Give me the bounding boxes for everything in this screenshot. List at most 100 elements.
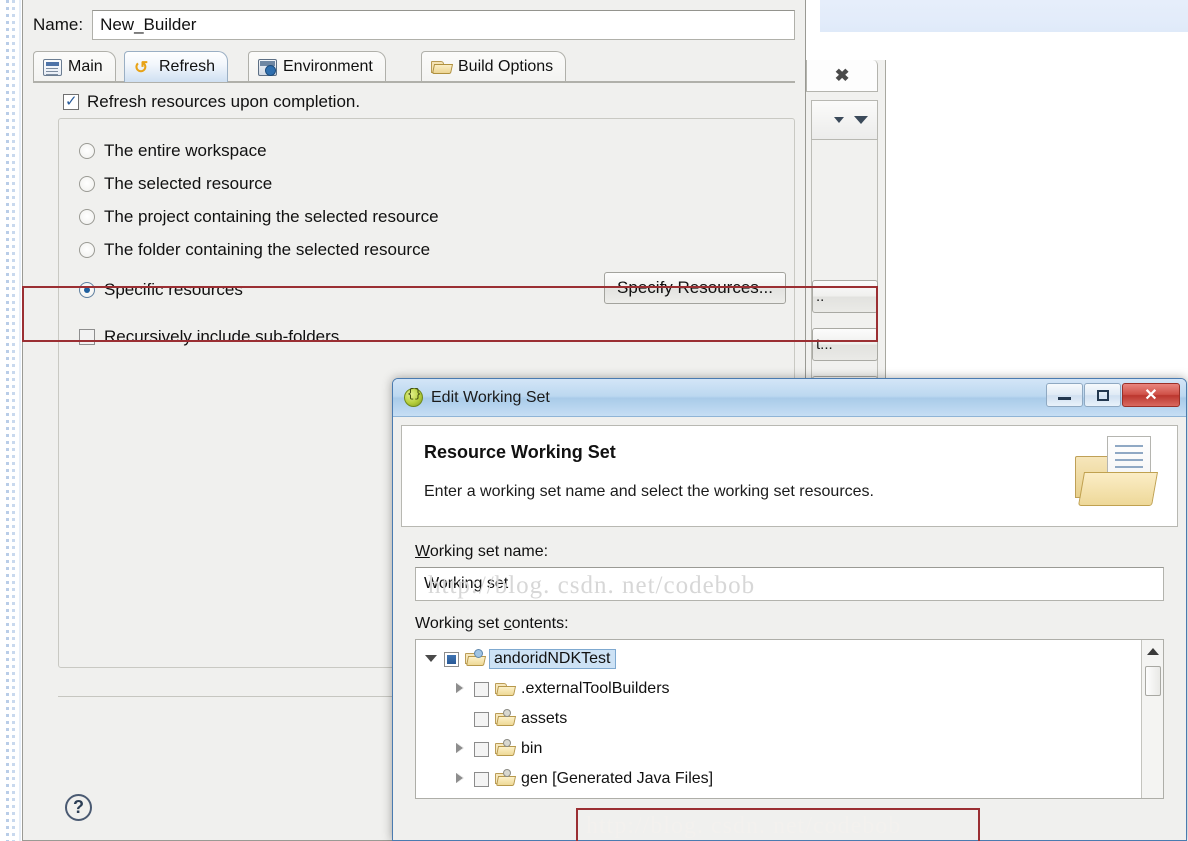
working-set-contents-label-pre: Working set [415, 615, 504, 632]
document-icon [43, 58, 62, 76]
working-set-name-label-mnemonic: W [415, 543, 430, 560]
builder-name-row: Name: New_Builder [33, 10, 795, 40]
tab-environment[interactable]: Environment [248, 51, 386, 82]
tree-scrollbar[interactable] [1141, 640, 1163, 798]
source-folder-icon [495, 769, 517, 787]
ruler-edge [19, 0, 21, 841]
tree-row-external-tool-builders-label: .externalToolBuilders [521, 680, 670, 697]
radio-icon [79, 176, 95, 192]
tree-row-project[interactable]: andoridNDKTest [416, 644, 1141, 674]
banner-description: Enter a working set name and select the … [424, 483, 874, 500]
close-icon: ✖ [834, 65, 850, 85]
edit-working-set-title: Edit Working Set [431, 388, 550, 406]
radio-icon-selected [79, 282, 95, 298]
background-button-0[interactable]: .. [812, 280, 878, 313]
radio-project-containing-label: The project containing the selected reso… [104, 207, 439, 226]
radio-selected-resource[interactable]: The selected resource [79, 172, 272, 196]
twisty-closed-icon[interactable] [454, 682, 468, 696]
tree-checkbox-icon[interactable] [474, 771, 489, 787]
help-icon[interactable]: ? [65, 794, 92, 821]
source-folder-icon [495, 739, 517, 757]
radio-selected-resource-label: The selected resource [104, 174, 273, 193]
tree-checkbox-icon[interactable] [474, 711, 489, 727]
window-buttons: ✕ [1046, 383, 1180, 407]
banner-heading: Resource Working Set [424, 442, 616, 462]
recursive-subfolders-checkbox[interactable]: Recursively include sub-folders [79, 327, 339, 347]
recursive-subfolders-label: Recursively include sub-folders [104, 327, 340, 346]
tree-checkbox-icon[interactable] [474, 741, 489, 757]
source-folder-icon [495, 709, 517, 727]
radio-folder-containing[interactable]: The folder containing the selected resou… [79, 238, 430, 262]
background-toolbar [811, 100, 878, 140]
ruler-dots-1 [6, 0, 9, 841]
radio-project-containing[interactable]: The project containing the selected reso… [79, 205, 439, 229]
background-button-1[interactable]: t... [812, 328, 878, 361]
radio-entire-workspace-label: The entire workspace [104, 141, 267, 160]
twisty-closed-icon[interactable] [454, 742, 468, 756]
folder-icon [431, 59, 454, 75]
project-folder-icon [465, 649, 487, 667]
eclipse-app-icon [404, 387, 423, 407]
builder-name-value: New_Builder [100, 15, 197, 34]
edit-working-set-dialog: Edit Working Set ✕ Resource Working Set … [392, 378, 1187, 841]
refresh-on-completion-checkbox[interactable]: Refresh resources upon completion. [63, 92, 360, 112]
tab-build-options-label: Build Options [458, 58, 554, 75]
background-button-1-label: t... [816, 336, 833, 353]
scroll-up-icon[interactable] [1147, 648, 1159, 655]
tree-row-bin[interactable]: bin [416, 734, 1141, 764]
tab-build-options[interactable]: Build Options [421, 51, 567, 82]
maximize-icon[interactable] [1084, 383, 1121, 407]
checkbox-icon [63, 92, 79, 110]
working-set-contents-label-mnemonic: c [503, 615, 512, 632]
working-set-name-input[interactable]: Working set [415, 567, 1164, 601]
edit-working-set-body: Working set name: Working set Working se… [393, 527, 1186, 799]
tree-checkbox-icon[interactable] [474, 681, 489, 697]
tab-refresh[interactable]: ↺ Refresh [124, 51, 229, 82]
background-button-0-label: .. [816, 288, 825, 305]
tree-row-external-tool-builders[interactable]: .externalToolBuilders [416, 674, 1141, 704]
working-set-contents-tree[interactable]: andoridNDKTest .externalToolBuilders ass… [415, 639, 1164, 799]
close-icon[interactable]: ✕ [1122, 383, 1180, 407]
edit-working-set-title-bar[interactable]: Edit Working Set ✕ [393, 379, 1186, 417]
radio-entire-workspace[interactable]: The entire workspace [79, 139, 267, 163]
chevron-down-icon[interactable] [854, 116, 868, 124]
radio-icon [79, 143, 95, 159]
tree-row-assets-label: assets [521, 710, 568, 727]
tree-row-assets[interactable]: assets [416, 704, 1141, 734]
tree-row-bin-label: bin [521, 740, 543, 757]
tab-main[interactable]: Main [33, 51, 116, 82]
edit-working-set-banner: Resource Working Set Enter a working set… [401, 425, 1178, 527]
tab-main-label: Main [68, 58, 103, 75]
tree-row-jni[interactable]: jni [416, 794, 1141, 798]
working-set-contents-label-post: ontents: [511, 615, 569, 632]
builder-name-label: Name: [33, 15, 84, 34]
radio-icon [79, 242, 95, 258]
tree-row-gen[interactable]: gen [Generated Java Files] [416, 764, 1141, 794]
twisty-closed-icon[interactable] [454, 772, 468, 786]
minimize-icon[interactable] [1046, 383, 1083, 407]
folder-with-document-icon [1071, 434, 1163, 522]
working-set-name-label-rest: orking set name: [429, 543, 549, 560]
scrollbar-thumb[interactable] [1145, 666, 1161, 696]
radio-specific-resources[interactable]: Specific resources [79, 278, 243, 302]
radio-folder-containing-label: The folder containing the selected resou… [104, 240, 431, 259]
builder-tab-strip: Main ↺ Refresh Environment Build Options [33, 51, 795, 82]
tree-row-project-label: andoridNDKTest [489, 649, 616, 669]
twisty-open-icon[interactable] [424, 652, 438, 666]
chevron-down-icon-small[interactable] [834, 117, 844, 123]
folder-icon [495, 681, 517, 697]
checkbox-icon [79, 329, 95, 345]
working-set-name-value: Working set [424, 575, 509, 592]
background-close-tab[interactable]: ✖ [806, 60, 878, 92]
builder-name-input[interactable]: New_Builder [92, 10, 795, 40]
tree-checkbox-icon[interactable] [444, 651, 459, 667]
tree-row-gen-label: gen [Generated Java Files] [521, 770, 714, 787]
ruler-dots-2 [12, 0, 15, 841]
radio-icon [79, 209, 95, 225]
specify-resources-button[interactable]: Specify Resources... [604, 272, 786, 304]
tab-environment-label: Environment [283, 58, 373, 75]
working-set-name-label: Working set name: [415, 543, 1164, 561]
radio-specific-resources-label: Specific resources [104, 280, 243, 299]
background-top-band [820, 0, 1188, 32]
tree-rows: andoridNDKTest .externalToolBuilders ass… [416, 640, 1141, 798]
